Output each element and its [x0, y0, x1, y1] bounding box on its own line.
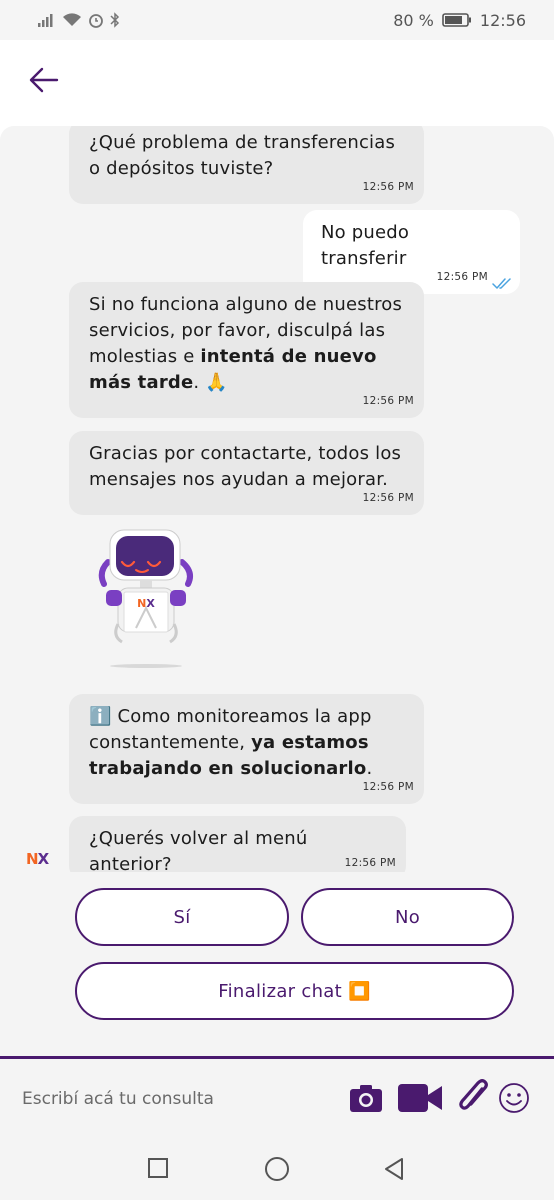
video-icon[interactable] — [398, 1083, 442, 1113]
back-arrow-icon[interactable] — [28, 64, 60, 96]
message-text-part: . 🙏 — [193, 372, 228, 393]
wifi-icon — [63, 13, 81, 26]
back-nav-icon[interactable] — [382, 1157, 406, 1181]
no-button[interactable]: No — [301, 888, 514, 946]
end-chat-button[interactable]: Finalizar chat ⏹️ — [75, 962, 514, 1020]
chat-header — [0, 40, 554, 126]
message-time: 12:56 PM — [362, 395, 414, 407]
message-bot: Si no funciona alguno de nuestros servic… — [69, 282, 424, 418]
avatar-letter: X — [37, 850, 50, 868]
message-input[interactable] — [22, 1085, 322, 1113]
end-chat-label: Finalizar chat ⏹️ — [218, 980, 371, 1002]
bluetooth-icon — [110, 12, 120, 28]
message-input-bar — [0, 1059, 554, 1139]
message-time: 12:56 PM — [362, 781, 414, 793]
nx-avatar: NX — [26, 850, 50, 868]
battery-percent: 80 % — [393, 10, 434, 30]
signal-icon — [38, 14, 53, 27]
message-time: 12:56 PM — [436, 271, 488, 283]
robot-badge-text: NX — [137, 597, 155, 610]
avatar-letter: N — [26, 850, 39, 868]
yes-label: Sí — [173, 906, 191, 928]
read-check-icon — [492, 278, 511, 289]
robot-sticker: NX — [98, 529, 193, 668]
message-bot: Gracias por contactarte, todos los mensa… — [69, 431, 424, 515]
no-label: No — [394, 906, 421, 928]
status-bar: 80 % 12:56 — [0, 0, 554, 40]
system-nav-bar — [0, 1139, 554, 1200]
alarm-icon — [89, 14, 103, 28]
battery-icon — [442, 13, 471, 27]
message-text: Gracias por contactarte, todos los mensa… — [89, 443, 402, 490]
message-bot: ¿Qué problema de transferencias o depósi… — [69, 126, 424, 204]
recents-icon[interactable] — [147, 1157, 169, 1179]
attachment-icon[interactable] — [458, 1079, 490, 1115]
camera-icon[interactable] — [349, 1083, 383, 1113]
message-time: 12:56 PM — [344, 857, 396, 869]
quick-replies: Sí No Finalizar chat ⏹️ — [0, 872, 554, 1056]
yes-button[interactable]: Sí — [75, 888, 289, 946]
home-icon[interactable] — [264, 1156, 290, 1182]
status-time: 12:56 — [479, 10, 526, 30]
message-text: ¿Qué problema de transferencias o depósi… — [89, 132, 396, 179]
message-bot: ℹ️ Como monitoreamos la app constantemen… — [69, 694, 424, 804]
message-text: No puedo transferir — [321, 222, 410, 269]
emoji-icon[interactable] — [498, 1082, 530, 1114]
message-bot: ¿Querés volver al menú anterior? 12:56 P… — [69, 816, 406, 872]
message-time: 12:56 PM — [362, 492, 414, 504]
message-time: 12:56 PM — [362, 181, 414, 193]
message-text: ¿Querés volver al menú anterior? — [89, 828, 308, 872]
chat-messages[interactable]: ¿Qué problema de transferencias o depósi… — [0, 126, 554, 872]
